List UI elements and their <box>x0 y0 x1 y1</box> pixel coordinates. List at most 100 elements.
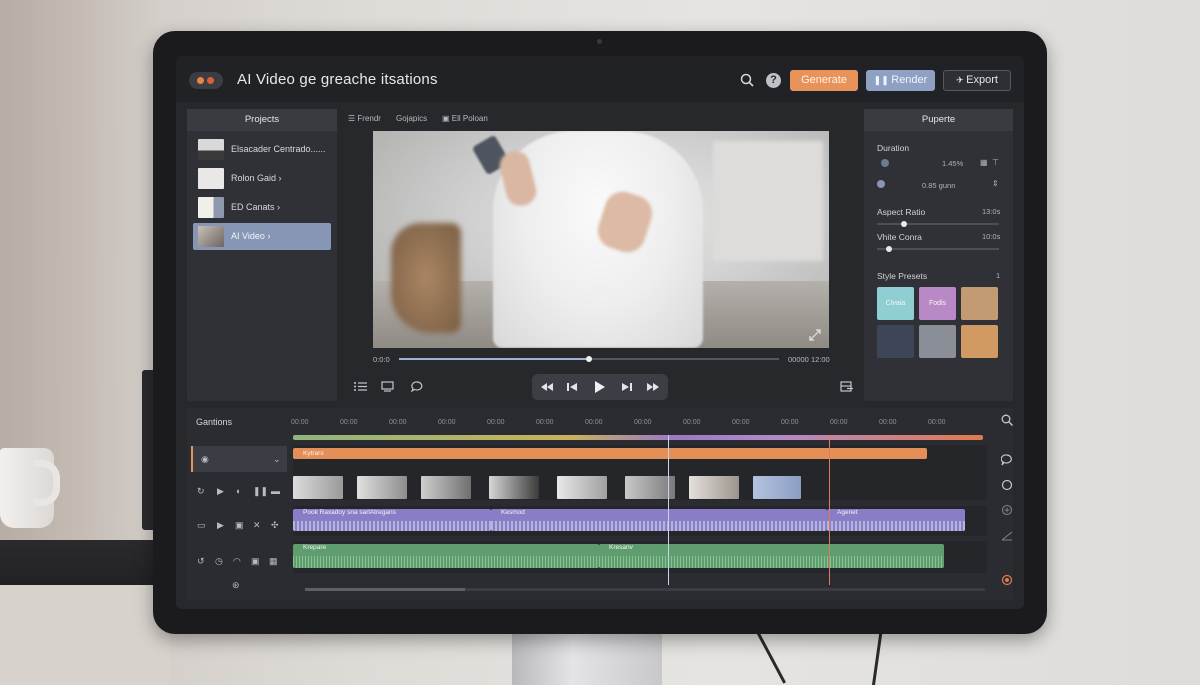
aspect-ratio-slider[interactable] <box>877 221 999 227</box>
comment-icon[interactable] <box>411 381 424 392</box>
toolbar-item[interactable]: Gojapics <box>396 114 427 123</box>
video-frame-thumbnail <box>489 476 539 499</box>
project-item-active[interactable]: AI Video › <box>193 223 331 250</box>
list-icon[interactable] <box>354 381 367 392</box>
timeline-range-bar[interactable] <box>293 435 983 440</box>
screen-icon[interactable]: ▭ <box>197 520 206 531</box>
scrub-bar[interactable] <box>399 356 779 362</box>
generate-button[interactable]: Generate <box>790 70 858 91</box>
toolbar-item[interactable]: ☰ Frendr <box>348 114 381 123</box>
style-preset[interactable] <box>961 287 998 320</box>
style-preset[interactable] <box>961 325 998 358</box>
ruler-tick: 00:00 <box>879 419 897 426</box>
clock-icon[interactable]: ◷ <box>215 556 223 567</box>
timeline-clip[interactable]: Kresanv <box>599 544 944 568</box>
slider-handle[interactable] <box>885 246 892 252</box>
grid-icon[interactable]: ▦ <box>980 158 988 167</box>
current-time: 0:0:0 <box>373 355 390 364</box>
cable <box>871 627 883 685</box>
skip-back-icon[interactable] <box>566 380 578 394</box>
timeline-clip[interactable]: Agenet <box>827 509 965 531</box>
waveform <box>491 521 827 531</box>
aspect-ratio-label: Aspect Ratio <box>877 207 926 217</box>
video-frame-thumbnail <box>753 476 801 499</box>
refresh-icon[interactable]: ↺ <box>197 556 205 567</box>
track-header-text[interactable]: ◉ ⌄ <box>191 446 287 472</box>
export-button[interactable]: ✈ Export <box>943 70 1011 91</box>
chevron-down-icon[interactable]: ⌄ <box>273 454 281 465</box>
pause-icon[interactable]: ❚❚ <box>253 486 268 497</box>
record-dot-icon[interactable] <box>1001 574 1013 586</box>
settings-icon[interactable]: ✣ <box>271 520 279 531</box>
video-frame-thumbnail <box>421 476 471 499</box>
project-item-label: ED Canats › <box>231 202 281 212</box>
pin-icon[interactable]: ⊤ <box>992 158 999 167</box>
clip-label: Kresanv <box>609 544 633 551</box>
screen-icon[interactable] <box>381 381 394 392</box>
panel-icon[interactable] <box>840 381 853 392</box>
frame-icon[interactable]: ▣ <box>251 556 260 567</box>
chevron-right-icon: › <box>278 173 282 183</box>
play-icon[interactable] <box>593 380 606 394</box>
timeline-panel: Gantions 00:00 00:00 00:00 00:00 00:00 00:00 0… <box>187 408 1013 600</box>
white-contrast-slider[interactable] <box>877 246 999 252</box>
timeline-clip[interactable]: Kesmod <box>491 509 827 531</box>
render-button[interactable]: ❚❚ Render <box>866 70 935 91</box>
help-icon[interactable]: ? <box>766 73 781 88</box>
chart-icon[interactable] <box>1001 529 1013 541</box>
slider-handle[interactable] <box>901 221 908 227</box>
stepper-icon[interactable]: ⇕ <box>992 179 999 188</box>
comment-icon[interactable] <box>1001 454 1013 466</box>
rewind-icon[interactable] <box>540 380 554 394</box>
app-title: AI Video ge greache itsations <box>237 71 438 88</box>
play-icon[interactable]: ▶ <box>217 520 224 531</box>
grid-icon[interactable]: ▦ <box>269 556 278 567</box>
transport-controls <box>532 374 668 400</box>
scrollbar-thumb[interactable] <box>305 588 465 591</box>
video-object <box>391 223 461 333</box>
style-preset[interactable]: Civaia <box>877 287 914 320</box>
add-icon[interactable] <box>1001 504 1013 516</box>
clip-label: Pook Raxadoy sna sarlAtregans <box>303 509 396 516</box>
audio-icon[interactable]: ◖ <box>235 486 240 496</box>
add-track-icon[interactable]: ⊛ <box>232 580 240 591</box>
scrub-handle[interactable] <box>586 356 592 362</box>
render-icon: ❚❚ <box>873 75 892 85</box>
duration-toggle[interactable] <box>881 159 889 167</box>
record-icon[interactable] <box>1001 479 1013 491</box>
style-preset[interactable] <box>919 325 956 358</box>
timeline-clip[interactable]: Pook Raxadoy sna sarlAtregans <box>293 509 491 531</box>
ruler-tick: 00:00 <box>487 419 505 426</box>
style-preset[interactable] <box>877 325 914 358</box>
film-icon[interactable]: ▬ <box>271 486 280 496</box>
zoom-icon[interactable] <box>1001 414 1013 426</box>
timeline-clip[interactable]: Kytrars <box>293 448 927 459</box>
loop-icon[interactable]: ↻ <box>197 486 205 497</box>
ruler-tick: 00:00 <box>389 419 407 426</box>
wifi-icon[interactable]: ◠ <box>233 556 241 567</box>
skip-forward-icon[interactable] <box>621 380 633 394</box>
video-preview[interactable] <box>373 131 829 348</box>
style-preset[interactable]: Fodis <box>919 287 956 320</box>
speed-toggle[interactable] <box>877 180 885 188</box>
marker-line[interactable] <box>829 435 830 585</box>
list-icon: ☰ <box>348 114 358 123</box>
playhead[interactable] <box>668 435 669 585</box>
frame-icon[interactable]: ▣ <box>235 520 244 531</box>
project-item[interactable]: Rolon Gaid › <box>193 165 331 192</box>
project-thumbnail <box>198 197 224 218</box>
style-presets-count: 1 <box>996 271 1001 280</box>
close-icon[interactable]: ✕ <box>253 520 261 531</box>
project-item[interactable]: ED Canats › <box>193 194 331 221</box>
toolbar-item[interactable]: ▣ Ell Poloan <box>442 114 488 123</box>
expand-icon[interactable] <box>809 329 821 341</box>
speed-value: 0.85 gunn <box>922 181 956 190</box>
search-icon[interactable] <box>740 73 754 87</box>
project-item[interactable]: Elsacader Centrado...... <box>193 136 331 163</box>
preview-toolbar: ☰ Frendr Gojapics ▣ Ell Poloan <box>348 114 858 128</box>
timeline-scrollbar[interactable] <box>305 588 985 591</box>
timeline-clip[interactable]: Krepare <box>293 544 599 568</box>
fast-forward-icon[interactable] <box>646 380 660 394</box>
project-item-label: Rolon Gaid › <box>231 173 282 183</box>
play-icon[interactable]: ▶ <box>217 486 224 497</box>
